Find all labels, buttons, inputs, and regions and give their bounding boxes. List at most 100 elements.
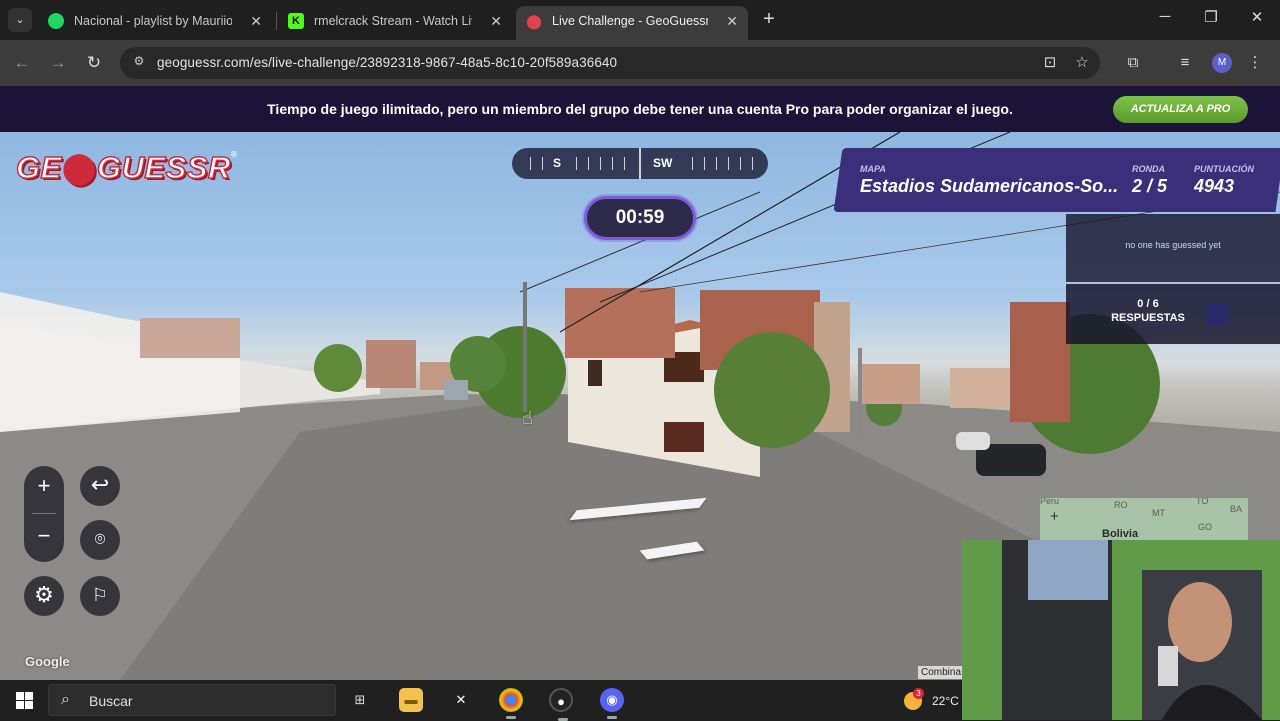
minimap-label: TO — [1196, 498, 1209, 506]
notification-badge: 3 — [913, 688, 924, 699]
browser-tab-bar: ⌄ Nacional - playlist by Mauriiosound ✕ … — [0, 0, 1280, 40]
minimap-label: BA — [1230, 504, 1243, 514]
zoom-in-button[interactable]: + — [24, 466, 64, 506]
responses-count: 0 / 6 — [1137, 298, 1159, 310]
kick-icon: K — [288, 13, 304, 29]
pro-banner: Tiempo de juego ilimitado, pero un miemb… — [0, 86, 1280, 132]
reload-icon[interactable]: ↻ — [82, 51, 106, 75]
browser-toolbar: ← → ↻ ⚙ geoguessr.com/es/live-challenge/… — [0, 40, 1280, 86]
webcam-image — [962, 540, 1280, 720]
search-icon: ⌕ — [61, 691, 70, 708]
search-placeholder: Buscar — [89, 693, 133, 709]
zoom-control: + − — [24, 466, 64, 562]
close-tab-icon[interactable]: ✕ — [250, 6, 262, 36]
tab-geoguessr[interactable]: ⬤ Live Challenge - GeoGuessr ✕ — [516, 6, 748, 40]
zoom-out-button[interactable]: − — [24, 516, 64, 556]
tab-search-chevron-icon[interactable]: ⌄ — [8, 8, 32, 32]
geoguessr-pin-icon: ⬤ — [526, 13, 542, 29]
compass-tick — [530, 157, 531, 170]
forward-icon[interactable]: → — [46, 51, 70, 75]
combina-text: Combina — [918, 666, 965, 679]
compass-tick — [612, 157, 613, 170]
weather-widget[interactable]: 3 22°C — [900, 688, 960, 712]
weather-temperature: 22°C — [932, 694, 959, 708]
compass-tick — [728, 157, 729, 170]
tab-spotify[interactable]: Nacional - playlist by Mauriiosound ✕ — [38, 6, 272, 36]
task-view-icon[interactable]: ⊞ — [348, 688, 372, 712]
restore-icon[interactable]: ❐ — [1188, 8, 1234, 26]
media-control-icon[interactable]: ≡ — [1174, 52, 1196, 74]
logo-pin-icon: ⬤ — [61, 150, 97, 185]
back-icon[interactable]: ← — [10, 51, 34, 75]
minimize-icon[interactable]: ─ — [1142, 8, 1188, 25]
mouse-cursor-icon: ☝ — [522, 408, 533, 428]
compass-tick — [752, 157, 753, 170]
compass-tick — [692, 157, 693, 170]
minimap-country-label: Bolivia — [1102, 528, 1139, 540]
map-label: MAPA — [860, 164, 886, 174]
profile-avatar[interactable]: M — [1212, 53, 1232, 73]
tab-kick[interactable]: K rmelcrack Stream - Watch Live on Kick … — [278, 6, 512, 36]
compass-tick — [624, 157, 625, 170]
compass-needle — [639, 148, 641, 179]
compass-tick — [704, 157, 705, 170]
round-label: RONDA — [1132, 164, 1165, 174]
compass-tick — [588, 157, 589, 170]
player-avatar — [1206, 304, 1228, 326]
round-timer: 00:59 — [584, 196, 696, 240]
chrome-icon[interactable] — [499, 688, 523, 719]
bookmark-star-icon[interactable]: ☆ — [1072, 53, 1092, 73]
responses-panel: 0 / 6 RESPUESTAS — [1066, 284, 1280, 344]
taskbar-search-box[interactable]: ⌕ Buscar — [48, 684, 336, 716]
tab-title: Nacional - playlist by Mauriiosound — [74, 14, 232, 28]
undo-move-button[interactable]: ↩ — [80, 466, 120, 506]
menu-dots-icon[interactable]: ⋮ — [1244, 52, 1266, 74]
compass-tick — [600, 157, 601, 170]
responses-label: RESPUESTAS — [1111, 312, 1185, 324]
close-window-icon[interactable]: ✕ — [1234, 8, 1280, 26]
map-value: Estadios Sudamericanos-So... — [860, 176, 1119, 196]
guess-status-panel: no one has guessed yet — [1066, 214, 1280, 282]
upgrade-pro-button[interactable]: ACTUALIZA A PRO — [1113, 96, 1248, 123]
windows-start-icon[interactable] — [16, 692, 33, 709]
site-info-icon[interactable]: ⚙ — [130, 54, 148, 72]
tab-title: rmelcrack Stream - Watch Live on Kick — [314, 14, 472, 28]
compass-tick — [576, 157, 577, 170]
google-attribution: Google — [25, 654, 70, 669]
game-info-content: MAPA Estadios Sudamericanos-So... RONDA … — [838, 148, 1280, 212]
minimap-label: MT — [1152, 508, 1165, 518]
spotify-icon — [48, 13, 64, 29]
banner-text: Tiempo de juego ilimitado, pero un miemb… — [267, 101, 1013, 117]
windows-taskbar: ⌕ Buscar ⊞ ▬ ✕ ● ◉ 3 22°C — [0, 680, 962, 721]
capcut-icon[interactable]: ✕ — [449, 688, 473, 712]
minimap-zoom-in-icon[interactable]: + — [1050, 508, 1059, 525]
score-label: PUNTUACIÓN — [1194, 164, 1254, 174]
flag-button[interactable]: ⚐ — [80, 576, 120, 616]
install-app-icon[interactable]: ⊡ — [1040, 53, 1060, 73]
guess-minimap[interactable]: + Peru RO MT TO BA GO Bolivia — [1040, 498, 1248, 542]
compass-tick — [716, 157, 717, 170]
minimap-label: GO — [1198, 522, 1213, 532]
extensions-icon[interactable]: ⧉ — [1122, 52, 1144, 74]
round-value: 2 / 5 — [1132, 176, 1168, 196]
compass-label-s: S — [553, 156, 562, 170]
streamer-webcam — [962, 540, 1280, 720]
settings-button[interactable]: ⚙ — [24, 576, 64, 616]
address-bar[interactable]: ⚙ geoguessr.com/es/live-challenge/238923… — [120, 47, 1100, 79]
new-tab-icon[interactable]: + — [758, 8, 780, 32]
close-tab-icon[interactable]: ✕ — [490, 6, 502, 36]
tab-title: Live Challenge - GeoGuessr — [552, 14, 708, 28]
compass-tick — [542, 157, 543, 170]
geoguessr-logo[interactable]: GE⬤GUESSR® — [15, 149, 237, 186]
zoom-divider — [32, 513, 56, 514]
minimap-label: RO — [1114, 500, 1128, 510]
discord-icon[interactable]: ◉ — [600, 688, 624, 719]
close-tab-icon[interactable]: ✕ — [726, 6, 738, 36]
minimap-label: Peru — [1040, 498, 1060, 506]
obs-icon[interactable]: ● — [549, 688, 573, 721]
return-to-start-button[interactable]: ⌾ — [80, 520, 120, 560]
score-value: 4943 — [1194, 176, 1235, 196]
compass-label-sw: SW — [653, 156, 673, 170]
file-explorer-icon[interactable]: ▬ — [399, 688, 423, 712]
url-text[interactable]: geoguessr.com/es/live-challenge/23892318… — [157, 55, 617, 70]
